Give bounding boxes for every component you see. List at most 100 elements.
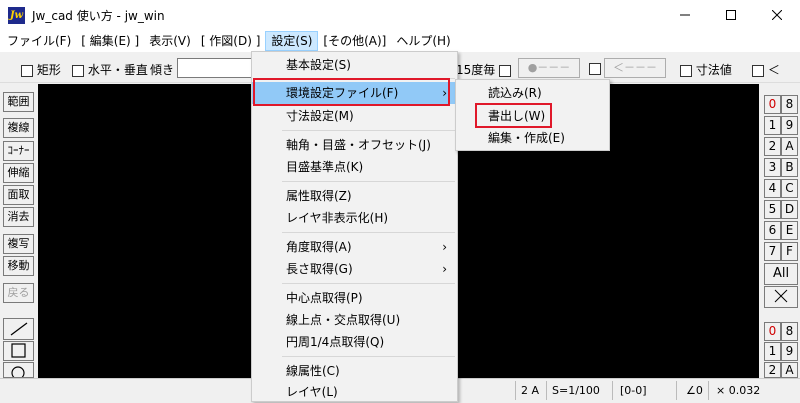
less-checkbox[interactable]: [752, 64, 764, 77]
minimize-button[interactable]: [662, 0, 708, 30]
layer-8-button[interactable]: 8: [781, 95, 798, 114]
menu-view[interactable]: 表示(V): [144, 31, 196, 51]
maximize-icon: [726, 10, 736, 20]
tool-copy-button[interactable]: 複写: [3, 234, 34, 254]
submenu-arrow-icon: ›: [442, 262, 447, 276]
tool-circle-button[interactable]: [3, 362, 34, 378]
group-1-button[interactable]: 1: [764, 342, 781, 361]
menu-help[interactable]: ヘルプ(H): [391, 31, 455, 51]
status-scale[interactable]: S=1/100: [552, 384, 600, 397]
tool-undo-button[interactable]: 戻る: [3, 283, 34, 303]
tool-rectangle-button[interactable]: [3, 341, 34, 361]
layer-f-button[interactable]: F: [781, 242, 798, 261]
menu-layer[interactable]: レイヤ(L): [252, 381, 457, 403]
group-a-button[interactable]: A: [781, 362, 798, 378]
menu-grid-reference[interactable]: 目盛基準点(K): [252, 156, 457, 178]
layer-5-button[interactable]: 5: [764, 200, 781, 219]
menu-bar: ファイル(F) [ 編集(E) ] 表示(V) [ 作図(D) ] 設定(S) …: [0, 30, 800, 52]
highlight-box-env-file: [253, 78, 450, 106]
menu-hide-layer[interactable]: レイヤ非表示化(H): [252, 207, 457, 229]
menu-draw[interactable]: [ 作図(D) ]: [196, 31, 266, 51]
menu-get-angle[interactable]: 角度取得(A) ›: [252, 236, 457, 258]
menu-get-quarter-circle-point[interactable]: 円周1/4点取得(Q): [252, 331, 457, 353]
group-0-button[interactable]: 0: [764, 322, 781, 341]
group-2-button[interactable]: 2: [764, 362, 781, 378]
hv-label: 水平・垂直: [87, 63, 148, 77]
menu-file[interactable]: ファイル(F): [2, 31, 76, 51]
menu-basic-settings[interactable]: 基本設定(S): [252, 54, 457, 76]
layer-9-button[interactable]: 9: [781, 116, 798, 135]
rect-option[interactable]: 矩形: [21, 61, 61, 78]
menu-get-length[interactable]: 長さ取得(G) ›: [252, 258, 457, 280]
tool-corner-button[interactable]: ｺｰﾅｰ: [3, 141, 34, 161]
line-type-checkbox-2[interactable]: [589, 62, 601, 75]
angle-input[interactable]: [177, 58, 257, 78]
get-angle-label: 角度取得(A): [286, 240, 352, 254]
layer-a-button[interactable]: A: [781, 137, 798, 156]
layer-6-button[interactable]: 6: [764, 221, 781, 240]
submenu-arrow-icon: ›: [442, 240, 447, 254]
title-bar: Jw Jw_cad 使い方 - jw_win: [0, 0, 800, 30]
cross-icon: [774, 289, 788, 303]
line-icon: [10, 322, 28, 336]
submenu-load[interactable]: 読込み(R): [456, 82, 609, 104]
per15-checkbox[interactable]: [499, 64, 512, 77]
per15-label: 15度毎: [456, 63, 496, 77]
window-title: Jw_cad 使い方 - jw_win: [32, 9, 165, 23]
layer-0-button[interactable]: 0: [764, 95, 781, 114]
tool-erase-button[interactable]: 消去: [3, 207, 34, 227]
layer-4-button[interactable]: 4: [764, 179, 781, 198]
layer-all-button[interactable]: All: [764, 263, 798, 285]
status-ratio[interactable]: × 0.032: [716, 384, 760, 397]
circle-icon: [11, 366, 25, 377]
dimension-checkbox[interactable]: [680, 64, 692, 77]
menu-line-attributes[interactable]: 線属性(C): [252, 360, 457, 382]
tool-line-button[interactable]: [3, 318, 34, 340]
menu-settings[interactable]: 設定(S): [265, 31, 319, 51]
dimension-option[interactable]: 寸法値: [680, 61, 732, 78]
menu-get-line-intersection[interactable]: 線上点・交点取得(U): [252, 309, 457, 331]
layer-3-button[interactable]: 3: [764, 158, 781, 177]
menu-dimension-settings[interactable]: 寸法設定(M): [252, 105, 457, 127]
tool-chamfer-button[interactable]: 面取: [3, 185, 34, 205]
rectangle-icon: [11, 343, 26, 358]
layer-7-button[interactable]: 7: [764, 242, 781, 261]
rect-label: 矩形: [36, 63, 61, 77]
less-option[interactable]: ＜: [752, 61, 780, 78]
hv-checkbox[interactable]: [72, 64, 84, 77]
tool-stretch-button[interactable]: 伸縮: [3, 163, 34, 183]
layer-c-button[interactable]: C: [781, 179, 798, 198]
status-group[interactable]: [0-0]: [620, 384, 647, 397]
menu-axis-grid-offset[interactable]: 軸角・目盛・オフセット(J): [252, 134, 457, 156]
menu-other[interactable]: [その他(A)]: [318, 31, 391, 51]
rect-checkbox[interactable]: [21, 64, 33, 77]
menu-get-attributes[interactable]: 属性取得(Z): [252, 185, 457, 207]
layer-1-button[interactable]: 1: [764, 116, 781, 135]
minimize-icon: [680, 14, 690, 16]
group-9-button[interactable]: 9: [781, 342, 798, 361]
per15-option[interactable]: 15度毎: [456, 61, 512, 78]
highlight-box-export: [475, 103, 552, 128]
line-type-button-2[interactable]: ＜－－－: [604, 58, 666, 78]
close-icon: [772, 10, 782, 20]
hv-option[interactable]: 水平・垂直: [72, 61, 148, 78]
tool-range-button[interactable]: 範囲: [3, 92, 34, 112]
line-type-button-1[interactable]: ●－－－: [518, 58, 580, 78]
dimension-label: 寸法値: [695, 63, 732, 77]
menu-edit[interactable]: [ 編集(E) ]: [76, 31, 144, 51]
layer-invert-button[interactable]: [764, 286, 798, 308]
layer-e-button[interactable]: E: [781, 221, 798, 240]
layer-d-button[interactable]: D: [781, 200, 798, 219]
layer-2-button[interactable]: 2: [764, 137, 781, 156]
menu-get-center-point[interactable]: 中心点取得(P): [252, 287, 457, 309]
status-angle[interactable]: ∠0: [686, 384, 703, 397]
tool-offset-button[interactable]: 複線: [3, 118, 34, 138]
maximize-button[interactable]: [708, 0, 754, 30]
group-8-button[interactable]: 8: [781, 322, 798, 341]
layer-b-button[interactable]: B: [781, 158, 798, 177]
submenu-edit-create[interactable]: 編集・作成(E): [456, 127, 609, 149]
app-icon[interactable]: Jw: [8, 7, 25, 24]
close-button[interactable]: [754, 0, 800, 30]
tool-move-button[interactable]: 移動: [3, 256, 34, 276]
status-layer: 2 A: [521, 384, 540, 397]
